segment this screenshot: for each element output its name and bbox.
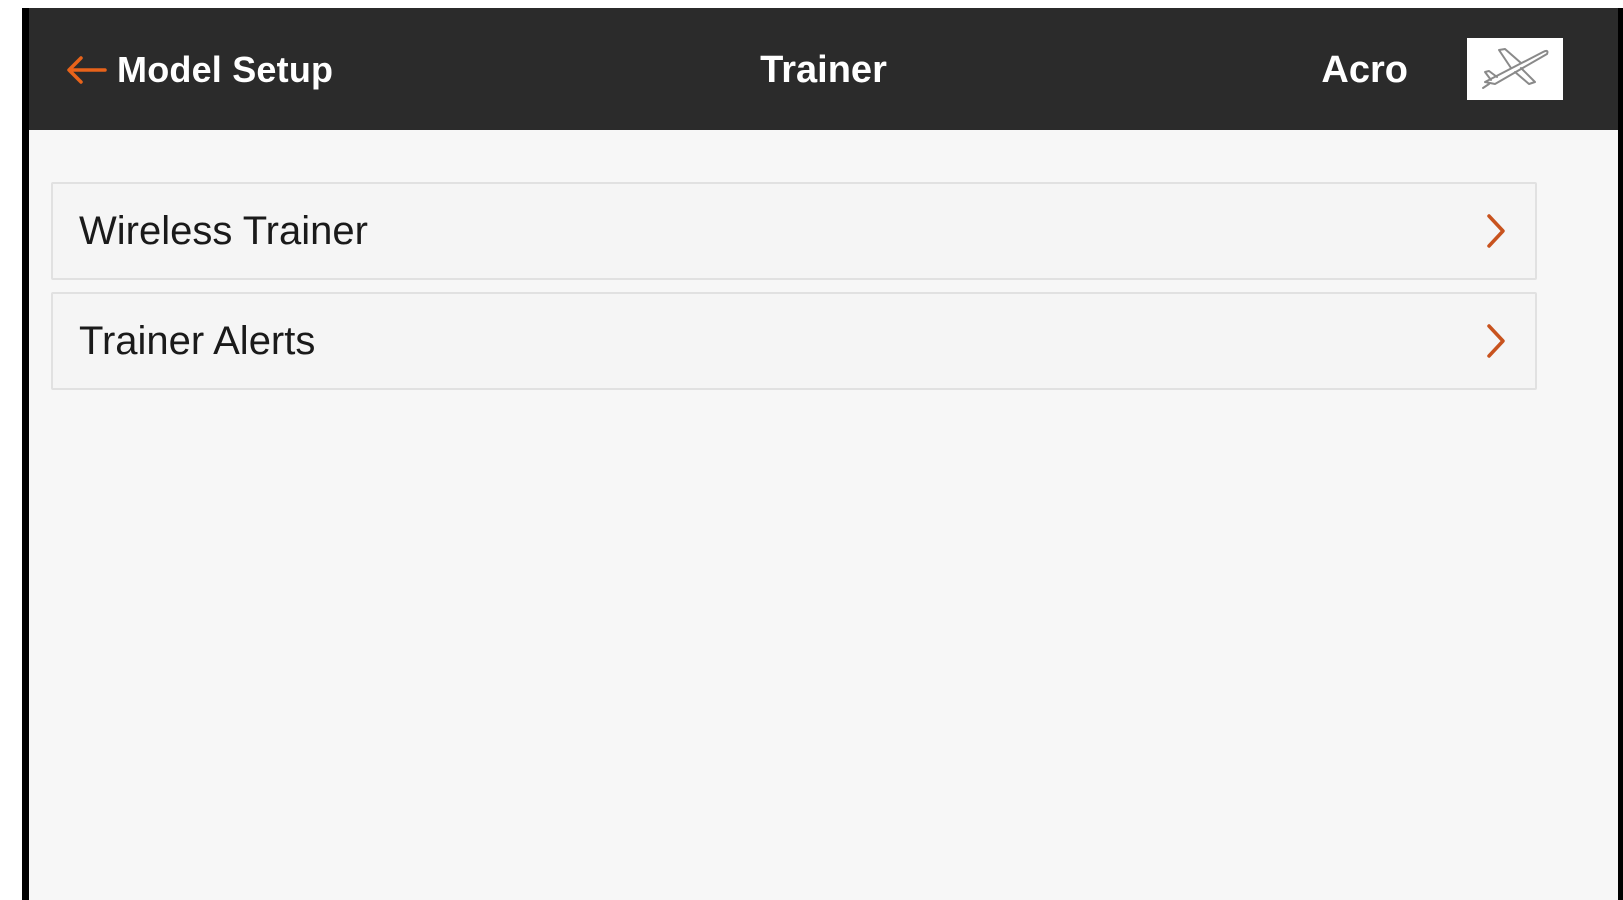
menu-item-wireless-trainer[interactable]: Wireless Trainer xyxy=(51,182,1537,280)
menu-item-label: Wireless Trainer xyxy=(79,209,368,253)
back-button-label: Model Setup xyxy=(117,49,334,90)
model-icon-button[interactable] xyxy=(1467,38,1563,100)
menu-item-label: Trainer Alerts xyxy=(79,319,316,363)
airplane-icon xyxy=(1477,42,1553,97)
screen: Model Setup Trainer Acro Wireless Traine… xyxy=(29,8,1618,900)
menu-item-trainer-alerts[interactable]: Trainer Alerts xyxy=(51,292,1537,390)
chevron-right-icon xyxy=(1485,213,1507,249)
chevron-right-icon xyxy=(1485,323,1507,359)
model-type-label: Acro xyxy=(1321,49,1408,91)
device-frame: Model Setup Trainer Acro Wireless Traine… xyxy=(22,8,1623,900)
header-bar: Model Setup Trainer Acro xyxy=(29,8,1618,130)
arrow-left-icon xyxy=(65,55,107,85)
menu-list: Wireless Trainer Trainer Alerts xyxy=(51,182,1537,402)
back-button[interactable]: Model Setup xyxy=(65,42,333,98)
